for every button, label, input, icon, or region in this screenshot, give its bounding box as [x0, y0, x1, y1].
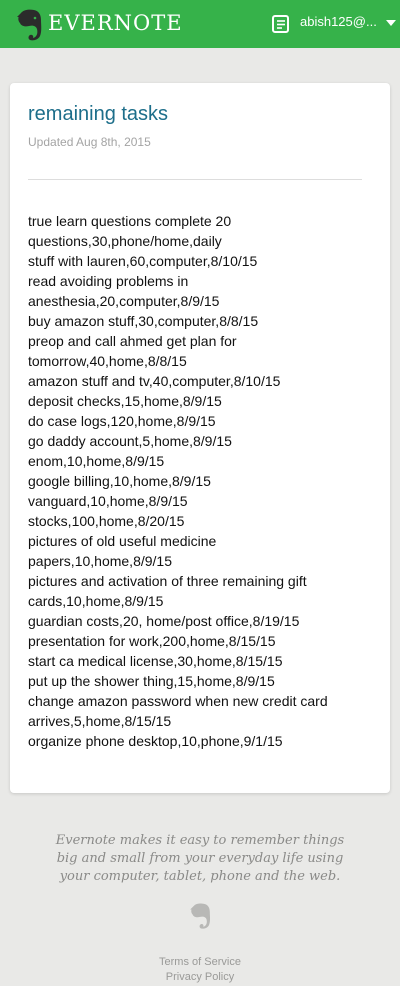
note-line: vanguard,10,home,8/9/15 [28, 493, 188, 509]
note-line: stuff with lauren,60,computer,8/10/15 [28, 253, 258, 269]
evernote-elephant-icon [190, 903, 211, 929]
note-line: arrives,5,home,8/15/15 [28, 713, 172, 729]
note-line: cards,10,home,8/9/15 [28, 593, 164, 609]
account-menu[interactable]: abish125@... [270, 0, 398, 48]
note-line: read avoiding problems in [28, 273, 189, 289]
note-line: change amazon password when new credit c… [28, 693, 328, 709]
note-line: start ca medical license,30,home,8/15/15 [28, 653, 283, 669]
brand-wordmark: EVERNOTE [48, 11, 183, 35]
note-line: buy amazon stuff,30,computer,8/8/15 [28, 313, 259, 329]
note-line: pictures of old useful medicine [28, 533, 217, 549]
note-line: deposit checks,15,home,8/9/15 [28, 393, 222, 409]
note-line: papers,10,home,8/9/15 [28, 553, 172, 569]
note-line: google billing,10,home,8/9/15 [28, 473, 211, 489]
note-line: presentation for work,200,home,8/15/15 [28, 633, 276, 649]
note-line: questions,30,phone/home,daily [28, 233, 222, 249]
note-line: tomorrow,40,home,8/8/15 [28, 353, 187, 369]
footer-tagline: Evernote makes it easy to remember thing… [55, 833, 345, 884]
note-title: remaining tasks [28, 103, 169, 125]
note-line: anesthesia,20,computer,8/9/15 [28, 293, 220, 309]
note-line: organize phone desktop,10,phone,9/1/15 [28, 733, 283, 749]
note-line: pictures and activation of three remaini… [28, 573, 307, 589]
note-updated-date: Updated Aug 8th, 2015 [28, 135, 151, 149]
terms-of-service-link[interactable]: Terms of Service [0, 956, 400, 968]
note-line: do case logs,120,home,8/9/15 [28, 413, 216, 429]
note-line: guardian costs,20, home/post office,8/19… [28, 613, 300, 629]
privacy-policy-link[interactable]: Privacy Policy [0, 971, 400, 983]
divider [28, 179, 362, 180]
note-line: put up the shower thing,15,home,8/9/15 [28, 673, 275, 689]
caret-down-icon[interactable] [386, 20, 396, 26]
note-line: go daddy account,5,home,8/9/15 [28, 433, 232, 449]
note-line: true learn questions complete 20 [28, 213, 232, 229]
note-line: stocks,100,home,8/20/15 [28, 513, 185, 529]
note-body: true learn questions complete 20 questio… [28, 211, 368, 751]
notebook-icon [272, 15, 289, 33]
account-name[interactable]: abish125@... [300, 14, 377, 29]
note-line: preop and call ahmed get plan for [28, 333, 237, 349]
note-card: remaining tasks Updated Aug 8th, 2015 tr… [10, 83, 390, 793]
note-line: enom,10,home,8/9/15 [28, 453, 165, 469]
evernote-elephant-icon[interactable] [15, 9, 43, 42]
note-line: amazon stuff and tv,40,computer,8/10/15 [28, 373, 281, 389]
top-bar: EVERNOTE abish125@... [0, 0, 400, 48]
